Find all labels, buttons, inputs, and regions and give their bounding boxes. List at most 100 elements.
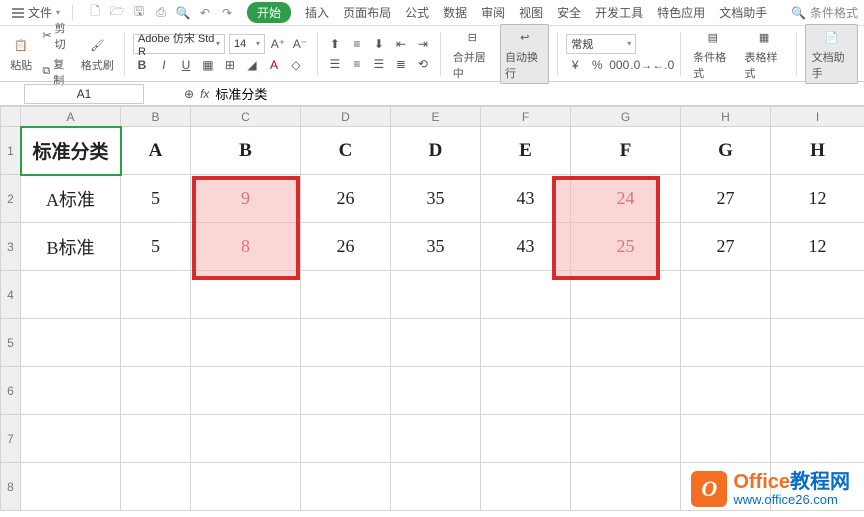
cell[interactable]: G <box>681 127 771 175</box>
cell[interactable] <box>21 415 121 463</box>
tab-doc-helper[interactable]: 文档助手 <box>719 4 767 21</box>
cell[interactable]: 24 <box>571 175 681 223</box>
formula-input[interactable] <box>215 86 515 101</box>
cut-button[interactable]: ✂剪切 <box>40 19 74 53</box>
cell[interactable] <box>301 367 391 415</box>
align-top-button[interactable]: ⬆ <box>326 35 344 53</box>
orientation-button[interactable]: ⟲ <box>414 55 432 73</box>
cell[interactable]: B标准 <box>21 223 121 271</box>
cell[interactable]: 8 <box>191 223 301 271</box>
save-icon[interactable]: 🖫 <box>131 5 147 21</box>
print-preview-icon[interactable]: 🔍 <box>175 5 191 21</box>
tab-insert[interactable]: 插入 <box>305 4 329 21</box>
cell[interactable]: 12 <box>771 175 864 223</box>
cell[interactable]: 5 <box>121 175 191 223</box>
cell[interactable]: 43 <box>481 223 571 271</box>
cell[interactable] <box>481 271 571 319</box>
cell[interactable] <box>191 367 301 415</box>
cell[interactable] <box>301 319 391 367</box>
cell[interactable]: 27 <box>681 223 771 271</box>
cell[interactable] <box>391 271 481 319</box>
cell[interactable]: 35 <box>391 175 481 223</box>
cell[interactable] <box>191 463 301 511</box>
cell[interactable]: F <box>571 127 681 175</box>
col-header[interactable]: I <box>771 107 864 127</box>
cell[interactable] <box>571 463 681 511</box>
cell[interactable]: B <box>191 127 301 175</box>
cell[interactable]: H <box>771 127 864 175</box>
fill-color-button[interactable]: ◢ <box>243 56 261 74</box>
currency-button[interactable]: ¥ <box>566 56 584 74</box>
cell[interactable]: 43 <box>481 175 571 223</box>
cell[interactable] <box>571 367 681 415</box>
cell[interactable] <box>571 319 681 367</box>
justify-button[interactable]: ≣ <box>392 55 410 73</box>
cell[interactable] <box>391 319 481 367</box>
italic-button[interactable]: I <box>155 56 173 74</box>
tab-security[interactable]: 安全 <box>557 4 581 21</box>
row-header[interactable]: 8 <box>1 463 21 511</box>
inc-decimal-button[interactable]: .0→ <box>632 56 650 74</box>
cell[interactable] <box>301 415 391 463</box>
cell[interactable]: E <box>481 127 571 175</box>
cell[interactable] <box>681 367 771 415</box>
decrease-font-button[interactable]: A⁻ <box>291 35 309 53</box>
cell[interactable] <box>681 415 771 463</box>
cell[interactable] <box>481 367 571 415</box>
col-header[interactable]: C <box>191 107 301 127</box>
print-icon[interactable]: ⎙ <box>153 5 169 21</box>
format-painter-button[interactable]: 🖌 格式刷 <box>79 35 117 73</box>
row-header[interactable]: 3 <box>1 223 21 271</box>
cell[interactable] <box>481 319 571 367</box>
cell[interactable] <box>191 271 301 319</box>
new-icon[interactable]: 🗋 <box>87 5 103 21</box>
cell[interactable]: 12 <box>771 223 864 271</box>
cell[interactable] <box>121 367 191 415</box>
row-header[interactable]: 7 <box>1 415 21 463</box>
cell[interactable]: A <box>121 127 191 175</box>
cell[interactable] <box>121 271 191 319</box>
row-header[interactable]: 1 <box>1 127 21 175</box>
open-icon[interactable]: 🗁 <box>109 5 125 21</box>
indent-dec-button[interactable]: ⇤ <box>392 35 410 53</box>
cell[interactable] <box>21 271 121 319</box>
col-header[interactable]: B <box>121 107 191 127</box>
dec-decimal-button[interactable]: ←.0 <box>654 56 672 74</box>
cell-style-button[interactable]: ⊞ <box>221 56 239 74</box>
name-box[interactable]: A1 <box>24 84 144 104</box>
percent-button[interactable]: % <box>588 56 606 74</box>
align-left-button[interactable]: ☰ <box>326 55 344 73</box>
col-header[interactable]: D <box>301 107 391 127</box>
cell[interactable] <box>681 319 771 367</box>
cell[interactable] <box>301 271 391 319</box>
cell[interactable]: A标准 <box>21 175 121 223</box>
undo-icon[interactable]: ↶ <box>197 5 213 21</box>
cell[interactable] <box>301 463 391 511</box>
tab-special[interactable]: 特色应用 <box>657 4 705 21</box>
row-header[interactable]: 6 <box>1 367 21 415</box>
tab-view[interactable]: 视图 <box>519 4 543 21</box>
fx-icon[interactable]: fx <box>200 87 209 101</box>
cell[interactable] <box>771 271 864 319</box>
cell[interactable]: D <box>391 127 481 175</box>
col-header[interactable]: A <box>21 107 121 127</box>
col-header[interactable]: E <box>391 107 481 127</box>
tab-review[interactable]: 审阅 <box>481 4 505 21</box>
cell[interactable] <box>391 463 481 511</box>
menubar-right[interactable]: 🔍 条件格式 <box>791 4 858 21</box>
align-right-button[interactable]: ☰ <box>370 55 388 73</box>
font-color-button[interactable]: A <box>265 56 283 74</box>
tab-home[interactable]: 开始 <box>247 2 291 23</box>
align-middle-button[interactable]: ≡ <box>348 35 366 53</box>
cell[interactable] <box>481 415 571 463</box>
cell[interactable] <box>21 319 121 367</box>
bold-button[interactable]: B <box>133 56 151 74</box>
cell[interactable] <box>681 271 771 319</box>
cell[interactable] <box>391 415 481 463</box>
cell[interactable] <box>121 463 191 511</box>
row-header[interactable]: 2 <box>1 175 21 223</box>
cell[interactable] <box>771 319 864 367</box>
conditional-format-button[interactable]: ▤ 条件格式 <box>689 27 736 81</box>
font-select[interactable]: Adobe 仿宋 Std R▾ <box>133 34 225 54</box>
number-format-select[interactable]: 常规▾ <box>566 34 636 54</box>
